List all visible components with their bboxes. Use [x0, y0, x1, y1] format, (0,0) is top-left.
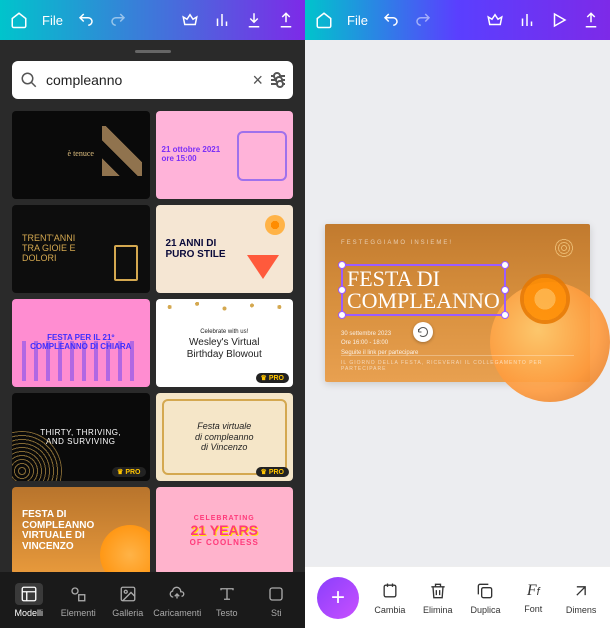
add-button[interactable]: + — [317, 577, 359, 619]
canvas[interactable]: FESTEGGIAMO INSIEME! FESTA DI COMPLEANNO… — [325, 224, 590, 382]
sun-icon — [554, 238, 574, 258]
crown-icon[interactable] — [486, 11, 504, 29]
share-icon[interactable] — [582, 11, 600, 29]
canvas-footer: IL GIORNO DELLA FESTA, RICEVERAI IL COLL… — [341, 355, 574, 372]
nav-sti[interactable]: Sti — [252, 583, 302, 618]
action-elimina[interactable]: Elimina — [415, 581, 461, 615]
canvas-area[interactable]: FESTEGGIAMO INSIEME! FESTA DI COMPLEANNO… — [305, 40, 610, 566]
resize-handle[interactable] — [501, 311, 509, 319]
resize-handle[interactable] — [501, 286, 509, 294]
action-dimens[interactable]: Dimens — [558, 581, 604, 615]
pro-badge: ♛ PRO — [256, 373, 289, 383]
action-font[interactable]: FfFont — [510, 582, 556, 614]
resize-handle[interactable] — [338, 311, 346, 319]
template-card[interactable]: TRENT'ANNITRA GIOIE EDOLORI — [12, 205, 150, 293]
template-card[interactable]: CELEBRATING21 YEARSOF COOLNESS — [156, 487, 294, 572]
resize-handle[interactable] — [338, 286, 346, 294]
play-icon[interactable] — [550, 11, 568, 29]
action-duplica[interactable]: Duplica — [463, 581, 509, 615]
template-card[interactable]: THIRTY, THRIVING,AND SURVIVING♛ PRO — [12, 393, 150, 481]
template-card[interactable]: FESTA DICOMPLEANNOVIRTUALE DIVINCENZO — [12, 487, 150, 572]
canvas-heading-1[interactable]: FESTA DI — [347, 268, 500, 290]
resize-handle[interactable] — [501, 261, 509, 269]
redo-icon[interactable] — [109, 11, 127, 29]
template-card[interactable]: Festa virtualedi compleannodi Vincenzo♛ … — [156, 393, 294, 481]
header-right: File — [305, 0, 610, 40]
search-input[interactable] — [46, 72, 244, 88]
pro-badge: ♛ PRO — [256, 467, 289, 477]
undo-icon[interactable] — [77, 11, 95, 29]
template-card[interactable]: è tenuce — [12, 111, 150, 199]
home-icon[interactable] — [10, 11, 28, 29]
stats-icon[interactable] — [213, 11, 231, 29]
template-card[interactable]: 21 ottobre 2021ore 15:00 — [156, 111, 294, 199]
search-box[interactable]: × — [12, 61, 293, 99]
nav-elementi[interactable]: Elementi — [54, 583, 104, 618]
bottom-nav-right: + Cambia Elimina Duplica FfFont Dimens — [305, 566, 610, 628]
nav-testo[interactable]: Testo — [202, 583, 252, 618]
nav-caricamenti[interactable]: Caricamenti — [153, 583, 203, 618]
file-menu[interactable]: File — [347, 13, 368, 28]
undo-icon[interactable] — [382, 11, 400, 29]
filter-icon[interactable] — [271, 75, 285, 85]
download-icon[interactable] — [245, 11, 263, 29]
template-grid: è tenuce 21 ottobre 2021ore 15:00 TRENT'… — [0, 107, 305, 572]
search-area: × — [0, 40, 305, 107]
selected-text-box[interactable]: FESTA DI COMPLEANNO — [341, 264, 506, 316]
pro-badge: ♛ PRO — [112, 467, 145, 477]
canvas-meta: 30 settembre 2023Ore 16:00 - 18:00Seguit… — [341, 330, 418, 358]
bottom-nav-left: Modelli Elementi Galleria Caricamenti Te… — [0, 572, 305, 628]
stats-icon[interactable] — [518, 11, 536, 29]
nav-modelli[interactable]: Modelli — [4, 583, 54, 618]
resize-handle[interactable] — [338, 261, 346, 269]
template-card[interactable]: 21 ANNI DIPURO STILE — [156, 205, 294, 293]
search-icon — [20, 71, 38, 89]
template-card[interactable]: FESTA PER IL 21ºCOMPLEANNO DI CHIARA — [12, 299, 150, 387]
template-card[interactable]: Celebrate with us!Wesley's VirtualBirthd… — [156, 299, 294, 387]
clear-icon[interactable]: × — [252, 70, 263, 91]
nav-galleria[interactable]: Galleria — [103, 583, 153, 618]
drag-handle[interactable] — [135, 50, 171, 53]
header-left: File — [0, 0, 305, 40]
redo-icon[interactable] — [414, 11, 432, 29]
action-cambia[interactable]: Cambia — [367, 581, 413, 615]
file-menu[interactable]: File — [42, 13, 63, 28]
canvas-subtitle: FESTEGGIAMO INSIEME! — [341, 240, 574, 246]
crown-icon[interactable] — [181, 11, 199, 29]
canvas-heading-2[interactable]: COMPLEANNO — [347, 290, 500, 312]
home-icon[interactable] — [315, 11, 333, 29]
share-icon[interactable] — [277, 11, 295, 29]
